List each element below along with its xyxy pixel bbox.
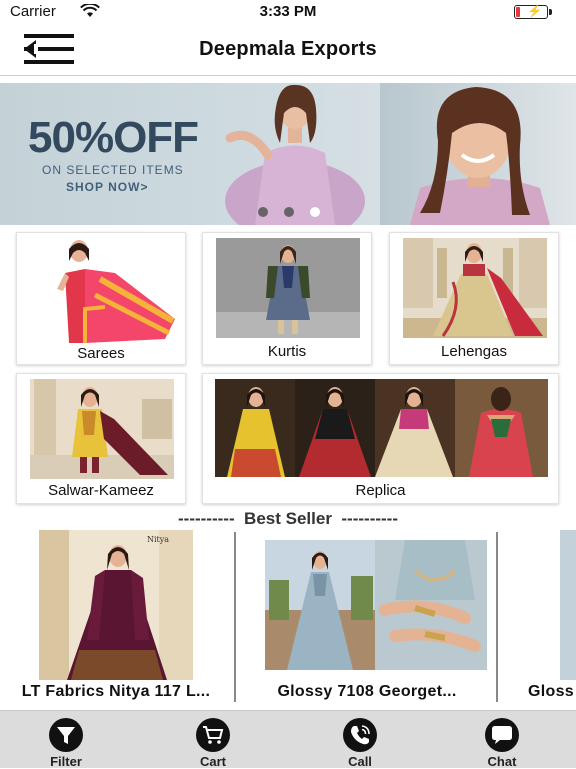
battery-icon: ⚡ xyxy=(514,4,552,19)
category-label: Kurtis xyxy=(267,343,307,360)
clock: 3:33 PM xyxy=(259,3,317,20)
product-card[interactable]: Gloss xyxy=(504,530,576,710)
chat-icon xyxy=(485,718,519,752)
category-card-sarees[interactable]: Sarees xyxy=(16,232,186,365)
shop-now-link[interactable]: SHOP NOW> xyxy=(66,180,148,194)
product-name: Glossy 7108 Georget... xyxy=(277,683,457,700)
category-card-kurtis[interactable]: Kurtis xyxy=(202,232,372,365)
phone-icon xyxy=(343,718,377,752)
tab-label: Call xyxy=(348,754,372,769)
tab-label: Filter xyxy=(50,754,82,769)
category-label: Sarees xyxy=(77,345,125,362)
product-divider xyxy=(496,532,498,702)
category-label: Salwar-Kameez xyxy=(48,482,154,499)
banner-subline: ON SELECTED ITEMS xyxy=(42,163,184,177)
category-image xyxy=(216,238,360,338)
category-card-lehengas[interactable]: Lehengas xyxy=(389,232,559,365)
tab-label: Chat xyxy=(487,754,517,769)
navbar: Deepmala Exports xyxy=(0,24,576,76)
promo-banner[interactable]: 50%OFF ON SELECTED ITEMS SHOP NOW> xyxy=(0,83,576,225)
carousel-dot-active[interactable] xyxy=(310,207,320,217)
tab-chat[interactable]: Chat xyxy=(462,717,542,769)
category-image xyxy=(403,238,547,338)
best-seller-heading: ---------- Best Seller ---------- xyxy=(178,509,398,528)
tab-label: Cart xyxy=(199,754,226,769)
product-image xyxy=(560,530,576,680)
carousel-indicator[interactable] xyxy=(256,207,326,219)
bottom-tab-bar: Filter Cart Call Chat xyxy=(0,710,576,769)
banner-model-image xyxy=(225,84,365,225)
product-divider xyxy=(234,532,236,702)
tab-call[interactable]: Call xyxy=(320,717,400,769)
cart-icon xyxy=(196,718,230,752)
category-label: Lehengas xyxy=(441,343,507,360)
filter-icon xyxy=(49,718,83,752)
svg-text:Nitya: Nitya xyxy=(147,535,169,544)
status-bar: Carrier 3:33 PM ⚡ xyxy=(0,0,576,24)
category-image xyxy=(45,239,175,343)
product-card[interactable]: Glossy 7108 Georget... xyxy=(242,530,492,710)
category-image xyxy=(215,379,548,477)
product-name: Gloss xyxy=(528,683,574,700)
tab-filter[interactable]: Filter xyxy=(26,717,106,769)
best-seller-carousel[interactable]: Nitya LT Fabrics Nitya 117 L... Glossy 7… xyxy=(0,530,576,710)
banner-model-image xyxy=(410,87,550,225)
product-name: LT Fabrics Nitya 117 L... xyxy=(21,683,211,700)
page-title: Deepmala Exports xyxy=(199,38,377,60)
category-card-replica[interactable]: Replica xyxy=(202,373,559,504)
tab-cart[interactable]: Cart xyxy=(173,717,253,769)
category-image xyxy=(30,379,174,479)
carousel-dot[interactable] xyxy=(284,207,294,217)
category-card-salwar-kameez[interactable]: Salwar-Kameez xyxy=(16,373,186,504)
product-image: Nitya xyxy=(39,530,193,680)
banner-headline: 50%OFF xyxy=(28,113,199,162)
product-card[interactable]: Nitya LT Fabrics Nitya 117 L... xyxy=(0,530,232,710)
carousel-dot[interactable] xyxy=(258,207,268,217)
category-label: Replica xyxy=(355,482,406,499)
product-image xyxy=(265,540,487,670)
